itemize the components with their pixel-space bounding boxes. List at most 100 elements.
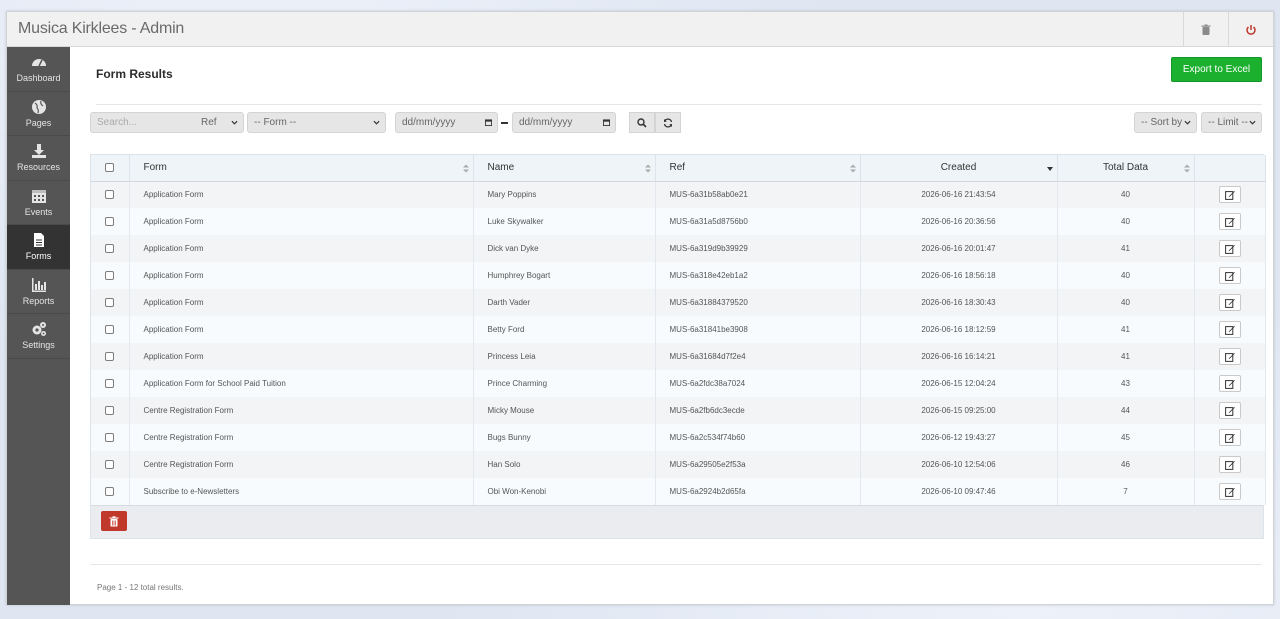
- date-from-placeholder: dd/mm/yyyy: [402, 117, 456, 128]
- edit-icon: [1224, 487, 1235, 497]
- row-checkbox[interactable]: [105, 190, 115, 200]
- cell-created: 2026-06-10 12:54:06: [860, 451, 1058, 478]
- date-to-input[interactable]: dd/mm/yyyy: [512, 112, 616, 133]
- table-row[interactable]: Application Form Darth Vader MUS-6a3188437…: [91, 289, 1266, 316]
- row-checkbox[interactable]: [105, 406, 115, 416]
- edit-icon: [1224, 406, 1235, 416]
- row-select-cell[interactable]: [91, 235, 130, 262]
- row-select-cell[interactable]: [91, 262, 130, 289]
- delete-selected-button[interactable]: [101, 511, 127, 531]
- row-checkbox[interactable]: [105, 460, 115, 470]
- date-from-input[interactable]: dd/mm/yyyy: [395, 112, 498, 133]
- table-row[interactable]: Centre Registration Form Micky Mouse MUS-6…: [91, 397, 1266, 424]
- column-header-ref[interactable]: Ref: [655, 155, 861, 182]
- select-all-checkbox[interactable]: [105, 163, 115, 173]
- cell-created: 2026-06-16 21:43:54: [860, 181, 1058, 208]
- export-to-excel-button[interactable]: Export to Excel: [1171, 57, 1262, 82]
- row-checkbox[interactable]: [105, 298, 115, 308]
- search-input[interactable]: Search... Ref: [90, 112, 244, 133]
- cell-form: Application Form: [129, 208, 474, 235]
- edit-button[interactable]: [1218, 186, 1241, 204]
- cell-ref: MUS-6a318e42eb1a2: [655, 262, 861, 289]
- sidebar-item-reports[interactable]: Reports: [7, 270, 70, 314]
- table-row[interactable]: Application Form Luke Skywalker MUS-6a31a5…: [91, 208, 1266, 235]
- edit-button[interactable]: [1218, 429, 1241, 446]
- cell-ref: MUS-6a2924b2d65fa: [655, 478, 861, 505]
- row-select-cell[interactable]: [91, 370, 130, 397]
- sidebar-item-label: Settings: [22, 340, 55, 351]
- table-row[interactable]: Application Form Betty Ford MUS-6a31841be3…: [91, 316, 1266, 343]
- column-header-name[interactable]: Name: [473, 155, 656, 182]
- row-checkbox[interactable]: [105, 379, 115, 389]
- cell-created: 2026-06-16 16:14:21: [860, 343, 1058, 370]
- column-header-created[interactable]: Created: [860, 155, 1058, 182]
- edit-button[interactable]: [1218, 294, 1241, 311]
- trash-button[interactable]: [1183, 12, 1228, 47]
- sidebar-item-events[interactable]: Events: [7, 181, 70, 225]
- edit-button[interactable]: [1218, 402, 1241, 419]
- edit-button[interactable]: [1218, 213, 1241, 230]
- app-title: Musica Kirklees - Admin: [18, 20, 185, 37]
- edit-button[interactable]: [1218, 348, 1241, 365]
- row-select-cell[interactable]: [91, 208, 130, 235]
- cell-total-data: 41: [1057, 316, 1195, 343]
- cell-created: 2026-06-16 18:30:43: [860, 289, 1058, 316]
- row-select-cell[interactable]: [91, 451, 130, 478]
- cell-form: Subscribe to e-Newsletters: [129, 478, 474, 505]
- table-row[interactable]: Centre Registration Form Bugs Bunny MUS-6a…: [91, 424, 1266, 451]
- logout-button[interactable]: [1228, 12, 1273, 47]
- limit-label: -- Limit --: [1208, 117, 1248, 128]
- row-select-cell[interactable]: [91, 397, 130, 424]
- sidebar-item-resources[interactable]: Resources: [7, 136, 70, 181]
- row-checkbox[interactable]: [105, 244, 115, 254]
- row-select-cell[interactable]: [91, 289, 130, 316]
- table-row[interactable]: Subscribe to e-Newsletters Obi Won-Kenobi…: [91, 478, 1266, 505]
- row-select-cell[interactable]: [91, 478, 130, 505]
- row-actions-cell: [1194, 478, 1266, 505]
- sort-by-select[interactable]: -- Sort by: [1134, 112, 1197, 133]
- edit-button[interactable]: [1218, 321, 1241, 338]
- search-button[interactable]: [629, 112, 655, 133]
- table-row[interactable]: Application Form Mary Poppins MUS-6a31b58a…: [91, 181, 1266, 208]
- row-checkbox[interactable]: [105, 433, 115, 443]
- row-select-cell[interactable]: [91, 316, 130, 343]
- row-select-cell[interactable]: [91, 343, 130, 370]
- row-select-cell[interactable]: [91, 424, 130, 451]
- page-title: Form Results: [96, 67, 173, 81]
- limit-select[interactable]: -- Limit --: [1201, 112, 1262, 133]
- row-actions-cell: [1194, 397, 1266, 424]
- table-row[interactable]: Application Form for School Paid Tuition…: [91, 370, 1266, 397]
- edit-button[interactable]: [1218, 456, 1241, 473]
- sort-by-label: -- Sort by: [1141, 117, 1183, 128]
- edit-button[interactable]: [1218, 375, 1241, 392]
- table-row[interactable]: Application Form Humphrey Bogart MUS-6a318…: [91, 262, 1266, 289]
- table-row[interactable]: Application Form Princess Leia MUS-6a31684…: [91, 343, 1266, 370]
- sidebar-item-dashboard[interactable]: Dashboard: [7, 47, 70, 92]
- cell-name: Bugs Bunny: [473, 424, 656, 451]
- sidebar-item-settings[interactable]: Settings: [7, 314, 70, 359]
- row-select-cell[interactable]: [91, 181, 130, 208]
- sidebar-item-pages[interactable]: Pages: [7, 92, 70, 136]
- edit-button[interactable]: [1218, 267, 1241, 284]
- refresh-button[interactable]: [655, 112, 681, 133]
- edit-button[interactable]: [1218, 240, 1241, 257]
- row-checkbox[interactable]: [105, 325, 115, 335]
- column-header-form[interactable]: Form: [129, 155, 474, 182]
- edit-button[interactable]: [1218, 483, 1241, 500]
- sidebar-item-forms[interactable]: Forms: [7, 225, 70, 270]
- sidebar-item-label: Forms: [25, 251, 52, 262]
- table-row[interactable]: Centre Registration Form Han Solo MUS-6a29…: [91, 451, 1266, 478]
- chevron-down-icon: [373, 120, 380, 125]
- row-checkbox[interactable]: [105, 352, 115, 362]
- row-checkbox[interactable]: [105, 271, 115, 281]
- results-table: Form Name Ref Created Total Data Applica…: [90, 154, 1266, 539]
- table-row[interactable]: Application Form Dick van Dyke MUS-6a319d9…: [91, 235, 1266, 262]
- calendar-icon: [31, 189, 46, 203]
- row-checkbox[interactable]: [105, 217, 115, 227]
- select-all-cell[interactable]: [91, 155, 130, 182]
- form-select[interactable]: -- Form --: [247, 112, 386, 133]
- row-actions-cell: [1194, 424, 1266, 451]
- row-checkbox[interactable]: [105, 487, 115, 497]
- top-bar: Musica Kirklees - Admin: [7, 12, 1273, 47]
- column-header-total-data[interactable]: Total Data: [1057, 155, 1195, 182]
